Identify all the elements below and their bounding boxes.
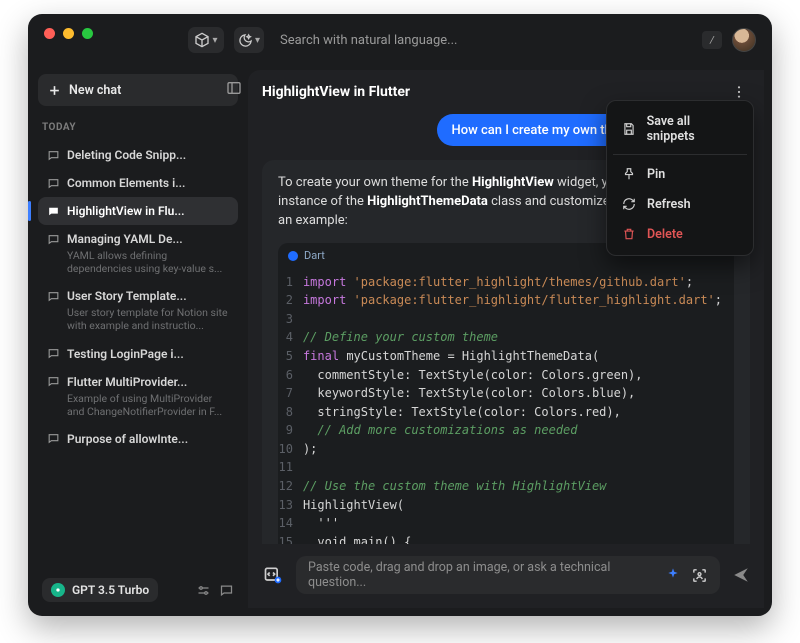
chat-bubble-icon: [46, 289, 60, 303]
conversation-title: HighlightView in Flutter: [262, 84, 410, 100]
code-plus-icon: [263, 565, 283, 585]
context-menu-label: Delete: [647, 227, 683, 242]
sidebar-chat-item[interactable]: Managing YAML De... YAML allows defining …: [38, 225, 238, 282]
context-menu-item[interactable]: Refresh: [613, 189, 747, 219]
panel-left-icon: [226, 80, 242, 96]
pin-icon: [621, 166, 637, 182]
context-menu-label: Save all snippets: [647, 114, 739, 144]
send-button[interactable]: [730, 566, 752, 584]
cube-icon: [194, 32, 210, 48]
chat-item-subtitle: User story template for Notion site with…: [46, 306, 230, 332]
chat-bubble-icon: [46, 176, 60, 190]
close-window-dot[interactable]: [44, 28, 55, 39]
save-icon: [621, 121, 637, 137]
kebab-icon: [731, 84, 747, 100]
topbar-right: /: [702, 28, 756, 52]
composer: Paste code, drag and drop an image, or a…: [260, 552, 752, 598]
history-icon-button[interactable]: [219, 583, 234, 598]
sidebar-chat-item[interactable]: Flutter MultiProvider... Example of using…: [38, 368, 238, 425]
keyboard-shortcut-hint: /: [702, 31, 722, 49]
model-label: GPT 3.5 Turbo: [72, 583, 149, 597]
trash-icon: [621, 226, 637, 242]
chat-bubble-icon: [46, 232, 60, 246]
scan-icon: [691, 567, 708, 584]
chevron-down-icon: ▾: [212, 35, 217, 46]
sidebar-chat-item[interactable]: User Story Template... User story templat…: [38, 282, 238, 339]
context-menu-item[interactable]: Pin: [613, 159, 747, 189]
language-dot-icon: [288, 251, 298, 261]
sidebar-chat-item[interactable]: HighlightView in Flu...: [38, 197, 238, 225]
sidebar-chat-item[interactable]: Testing LoginPage i...: [38, 340, 238, 368]
plus-icon: [48, 84, 61, 97]
chat-item-title: HighlightView in Flu...: [67, 204, 185, 218]
app-window: ▾ ▾ Search with natural language... / Ne…: [28, 14, 772, 616]
sparkle-icon: [665, 567, 681, 583]
context-menu-label: Refresh: [647, 197, 691, 212]
openai-logo-icon: [51, 583, 65, 597]
context-menu-item[interactable]: Save all snippets: [613, 107, 747, 155]
sidebar: New chat TODAY Deleting Code Snipp... Com…: [28, 66, 248, 616]
sidebar-chat-item[interactable]: Common Elements i...: [38, 169, 238, 197]
chat-list: Deleting Code Snipp... Common Elements i.…: [38, 141, 238, 453]
sidebar-footer: GPT 3.5 Turbo: [38, 572, 238, 608]
chat-bubble-icon: [46, 347, 60, 361]
conversation-panel: HighlightView in Flutter Save all snippe…: [248, 70, 764, 608]
chat-item-title: Testing LoginPage i...: [67, 347, 184, 361]
chat-item-title: Deleting Code Snipp...: [67, 148, 186, 162]
settings-icon-button[interactable]: [196, 583, 211, 598]
chat-bubble-icon: [46, 432, 60, 446]
chat-item-title: Flutter MultiProvider...: [67, 375, 187, 389]
code-block: Dart 123456789101112131415 import 'packa…: [278, 243, 734, 544]
chat-item-subtitle: Example of using MultiProvider and Chang…: [46, 392, 230, 418]
ai-assist-button[interactable]: [665, 567, 681, 583]
chat-bubble-icon: [46, 204, 60, 218]
context-menu-item[interactable]: Delete: [613, 219, 747, 249]
section-label-today: TODAY: [42, 122, 234, 133]
attach-snippet-button[interactable]: [260, 562, 286, 588]
user-avatar[interactable]: [732, 28, 756, 52]
code-gutter: 123456789101112131415: [278, 273, 303, 544]
window-traffic-lights: [44, 28, 93, 39]
maximize-window-dot[interactable]: [82, 28, 93, 39]
chat-item-title: Purpose of allowInte...: [67, 432, 188, 446]
chat-item-title: Managing YAML De...: [67, 232, 183, 246]
chat-bubble-icon: [46, 148, 60, 162]
new-chat-button[interactable]: New chat: [38, 74, 238, 106]
chat-item-subtitle: YAML allows defining dependencies using …: [46, 249, 230, 275]
minimize-window-dot[interactable]: [63, 28, 74, 39]
sidebar-chat-item[interactable]: Purpose of allowInte...: [38, 425, 238, 453]
send-icon: [732, 566, 750, 584]
chat-item-title: User Story Template...: [67, 289, 187, 303]
toggle-sidebar-button[interactable]: [224, 78, 244, 98]
new-chat-label: New chat: [69, 83, 121, 98]
scan-button[interactable]: [691, 567, 708, 584]
search-input[interactable]: Search with natural language...: [274, 33, 692, 48]
topbar: ▾ ▾ Search with natural language... /: [28, 14, 772, 66]
refresh-icon: [621, 196, 637, 212]
chat-bubble-icon: [46, 375, 60, 389]
sliders-icon: [196, 583, 211, 598]
context-menu-label: Pin: [647, 167, 665, 182]
chat-item-title: Common Elements i...: [67, 176, 185, 190]
composer-placeholder: Paste code, drag and drop an image, or a…: [308, 560, 657, 590]
workspace-picker[interactable]: ▾: [188, 27, 224, 53]
sidebar-chat-item[interactable]: Deleting Code Snipp...: [38, 141, 238, 169]
code-lines: import 'package:flutter_highlight/themes…: [303, 273, 734, 544]
chevron-down-icon: ▾: [255, 35, 260, 46]
model-picker[interactable]: GPT 3.5 Turbo: [42, 578, 158, 602]
composer-input[interactable]: Paste code, drag and drop an image, or a…: [296, 556, 720, 594]
sparkle-moon-icon: [238, 33, 253, 48]
code-language-label: Dart: [304, 248, 325, 264]
conversation-context-menu: Save all snippets Pin Refresh Delete: [606, 100, 754, 256]
chat-bubble-icon: [219, 583, 234, 598]
ai-mode-button[interactable]: ▾: [234, 27, 264, 53]
